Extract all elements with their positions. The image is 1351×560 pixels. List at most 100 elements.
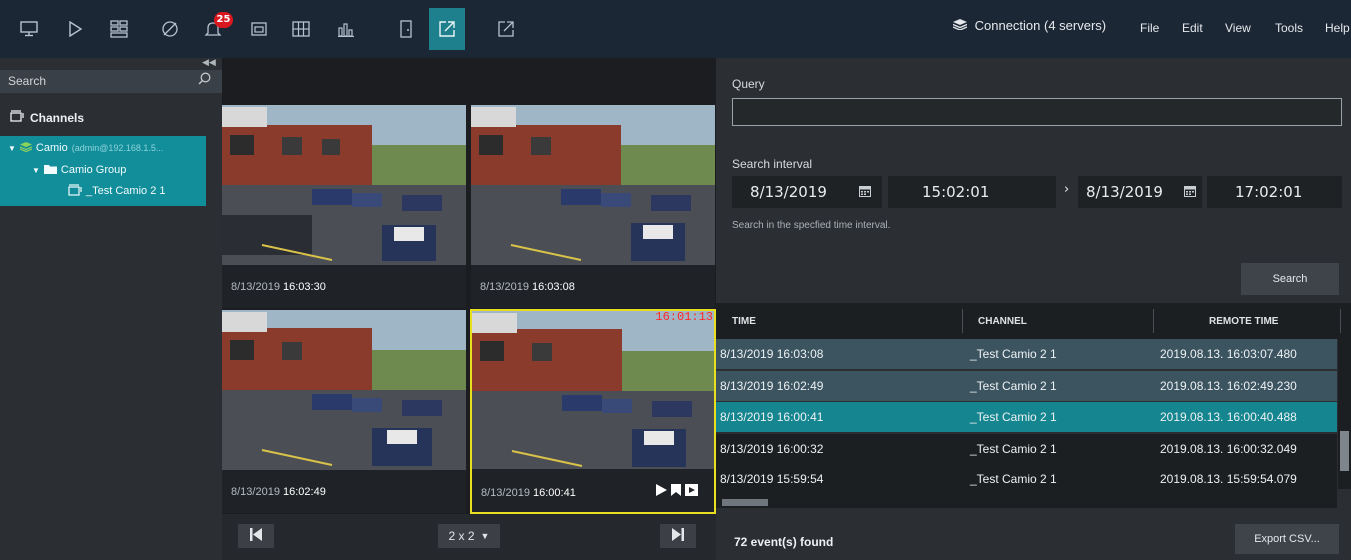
skip-forward-icon xyxy=(672,527,684,545)
table-row[interactable]: 8/13/2019 16:03:08 _Test Camio 2 1 2019.… xyxy=(716,339,1337,369)
video-grid: 8/13/2019 16:03:30 8/13/2019 16:03:08 8/… xyxy=(222,58,716,514)
search-icon[interactable] xyxy=(198,72,211,89)
caret-down-icon[interactable]: ▼ xyxy=(32,166,40,175)
tile-controls xyxy=(656,484,698,499)
cell-channel: _Test Camio 2 1 xyxy=(970,347,1057,361)
skip-back-icon xyxy=(250,527,262,545)
cell-channel: _Test Camio 2 1 xyxy=(970,410,1057,424)
video-tile[interactable]: 8/13/2019 16:03:08 xyxy=(471,105,715,308)
main-toolbar: 25 Connection (4 servers) File Edit View… xyxy=(0,0,1351,58)
video-frame[interactable] xyxy=(222,310,466,470)
play-icon[interactable] xyxy=(62,17,88,41)
tree-group-camio[interactable]: ▼ Camio Group xyxy=(32,161,126,179)
cell-remote-time: 2019.08.13. 16:02:49.230 xyxy=(1160,379,1297,393)
query-input[interactable] xyxy=(732,98,1342,126)
search-button[interactable]: Search xyxy=(1241,263,1339,295)
grid-icon[interactable] xyxy=(288,17,314,41)
cell-remote-time: 2019.08.13. 16:03:07.480 xyxy=(1160,347,1297,361)
tree-channel-test-camio[interactable]: _Test Camio 2 1 xyxy=(68,182,165,200)
tile-timestamp: 8/13/2019 16:02:49 xyxy=(231,486,326,498)
cell-channel: _Test Camio 2 1 xyxy=(970,472,1057,486)
cell-channel: _Test Camio 2 1 xyxy=(970,379,1057,393)
column-divider[interactable] xyxy=(1340,309,1341,333)
events-found-count: 72 event(s) found xyxy=(734,535,834,549)
table-row[interactable]: 8/13/2019 16:02:49 _Test Camio 2 1 2019.… xyxy=(716,371,1337,401)
chart-icon[interactable] xyxy=(333,17,359,41)
cell-channel: _Test Camio 2 1 xyxy=(970,442,1057,456)
calendar-icon[interactable] xyxy=(859,185,871,200)
cell-time: 8/13/2019 16:03:08 xyxy=(720,347,824,361)
video-tile[interactable]: 8/13/2019 16:03:30 xyxy=(222,105,466,308)
server-detail: (admin@192.168.1.5... xyxy=(71,143,164,153)
channel-name: _Test Camio 2 1 xyxy=(86,185,166,197)
tile-timestamp: 8/13/2019 16:00:41 xyxy=(481,487,576,499)
channel-panel: ◀◀ Search Channels ▼ Camio (admin@192.16… xyxy=(0,58,222,560)
collapse-panel-icon[interactable]: ◀◀ xyxy=(202,58,216,68)
door-icon[interactable] xyxy=(393,17,419,41)
video-frame[interactable] xyxy=(222,105,466,265)
column-header-remote-time[interactable]: REMOTE TIME xyxy=(1209,316,1278,327)
folder-icon[interactable] xyxy=(246,17,272,41)
playback-icon[interactable] xyxy=(685,484,698,499)
cell-time: 8/13/2019 16:00:41 xyxy=(720,410,824,424)
calendar-icon[interactable] xyxy=(1184,185,1196,200)
camera-channel-icon xyxy=(10,110,24,125)
column-header-time[interactable]: TIME xyxy=(732,316,756,327)
table-row-selected[interactable]: 8/13/2019 16:00:41 _Test Camio 2 1 2019.… xyxy=(716,402,1337,432)
tile-timestamp: 8/13/2019 16:03:30 xyxy=(231,281,326,293)
skip-back-button[interactable] xyxy=(238,524,274,548)
column-divider[interactable] xyxy=(962,309,963,333)
horizontal-scroll-thumb[interactable] xyxy=(722,499,768,506)
menu-edit[interactable]: Edit xyxy=(1182,21,1203,35)
column-header-channel[interactable]: CHANNEL xyxy=(978,316,1027,327)
export-window-icon[interactable] xyxy=(429,8,465,50)
video-frame[interactable] xyxy=(471,105,715,265)
export-window-outline-icon[interactable] xyxy=(493,17,519,41)
skip-forward-button[interactable] xyxy=(660,524,696,548)
end-time-field[interactable]: 17:02:01 xyxy=(1207,176,1342,208)
connection-label: Connection (4 servers) xyxy=(974,18,1107,33)
cell-remote-time: 2019.08.13. 16:00:32.049 xyxy=(1160,442,1297,456)
server-stack-icon xyxy=(19,141,33,155)
horizontal-scrollbar[interactable] xyxy=(716,494,1337,508)
layout-select[interactable]: 2 x 2 ▼ xyxy=(438,524,500,548)
monitor-icon[interactable] xyxy=(16,17,42,41)
layers-icon xyxy=(952,18,971,33)
video-frame[interactable] xyxy=(472,311,714,471)
table-row[interactable]: 8/13/2019 15:59:54 _Test Camio 2 1 2019.… xyxy=(716,464,1337,494)
export-csv-button[interactable]: Export CSV... xyxy=(1235,524,1339,554)
caret-down-icon: ▼ xyxy=(480,531,490,541)
video-tile-selected[interactable]: 16:01:13 8/13/2019 16:00:41 xyxy=(470,309,716,514)
video-tile[interactable]: 8/13/2019 16:02:49 xyxy=(222,310,466,513)
layout-value: 2 x 2 xyxy=(448,529,475,543)
menu-file[interactable]: File xyxy=(1140,21,1159,35)
interval-hint: Search in the specfied time interval. xyxy=(732,220,891,231)
column-divider[interactable] xyxy=(1153,309,1154,333)
interval-label: Search interval xyxy=(732,157,813,171)
tree-server-camio[interactable]: ▼ Camio (admin@192.168.1.5... xyxy=(8,139,163,157)
event-search-panel: Query Search interval 8/13/2019 15:02:01… xyxy=(716,58,1351,560)
cell-remote-time: 2019.08.13. 16:00:40.488 xyxy=(1160,410,1297,424)
channels-header: Channels xyxy=(10,110,84,125)
channel-search-input[interactable]: Search xyxy=(0,70,222,93)
vertical-scroll-thumb[interactable] xyxy=(1340,431,1349,471)
group-name: Camio Group xyxy=(60,164,127,176)
table-row[interactable]: 8/13/2019 16:00:32 _Test Camio 2 1 2019.… xyxy=(716,434,1337,464)
start-time-field[interactable]: 15:02:01 xyxy=(888,176,1056,208)
query-label: Query xyxy=(732,77,765,91)
menu-view[interactable]: View xyxy=(1225,21,1251,35)
menu-help[interactable]: Help xyxy=(1325,21,1350,35)
channel-tree: ▼ Camio (admin@192.168.1.5... ▼ Camio Gr… xyxy=(0,136,206,206)
folder-icon xyxy=(43,164,57,177)
connection-menu[interactable]: Connection (4 servers) xyxy=(952,18,1107,33)
camera-off-icon[interactable] xyxy=(157,17,183,41)
cell-time: 8/13/2019 16:00:32 xyxy=(720,442,824,456)
channels-title: Channels xyxy=(30,110,85,125)
camera-channel-icon xyxy=(68,183,82,199)
layout-grid-icon[interactable] xyxy=(106,17,132,41)
caret-down-icon[interactable]: ▼ xyxy=(8,144,16,153)
cell-remote-time: 2019.08.13. 15:59:54.079 xyxy=(1160,472,1297,486)
menu-tools[interactable]: Tools xyxy=(1275,21,1303,35)
play-icon[interactable] xyxy=(656,484,667,499)
bookmark-icon[interactable] xyxy=(671,484,681,499)
